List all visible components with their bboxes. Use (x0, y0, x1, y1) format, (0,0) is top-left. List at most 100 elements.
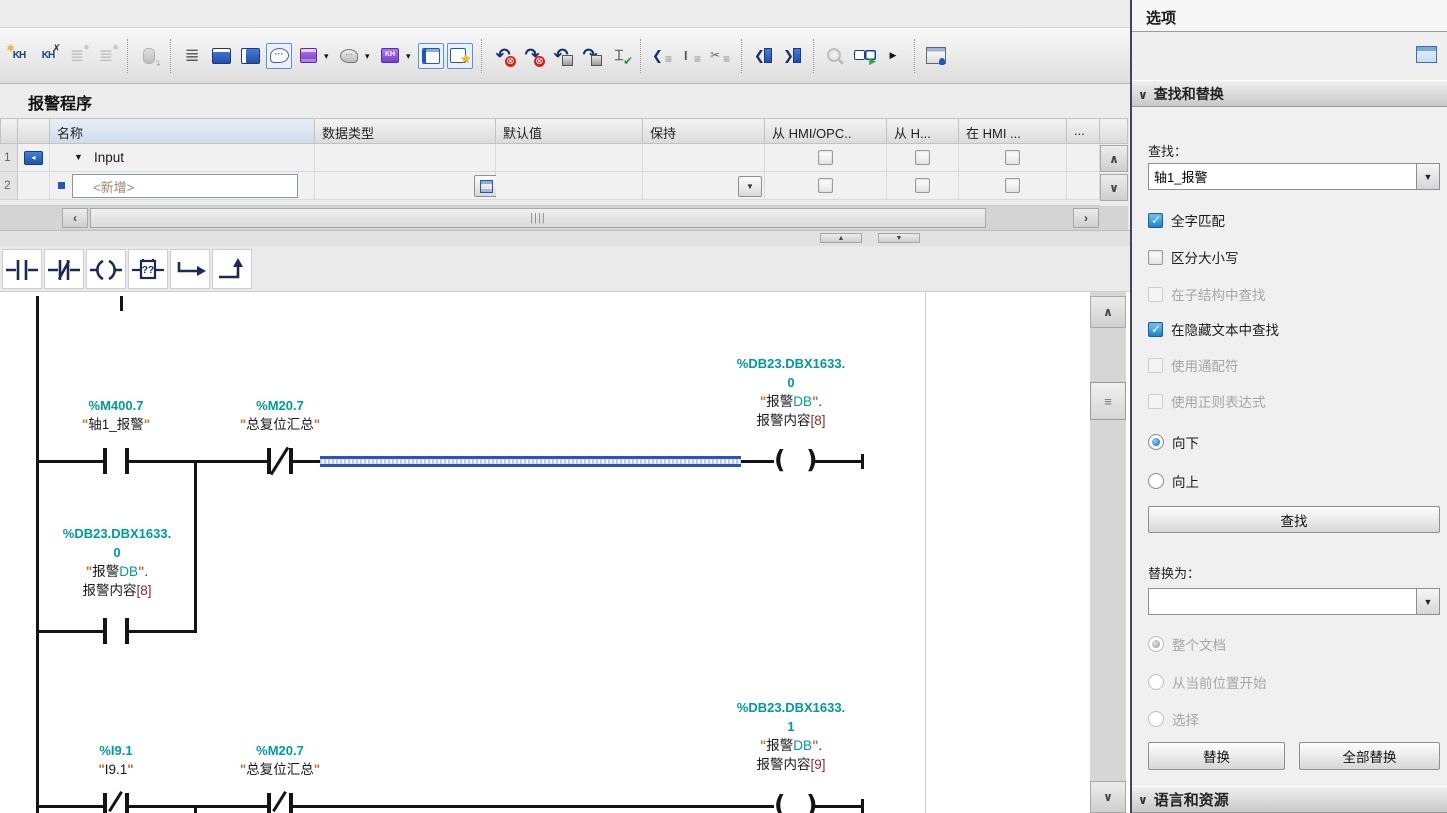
goto-related-icon[interactable] (649, 43, 675, 69)
from-hmi-opc-checkbox[interactable] (818, 178, 833, 193)
table-cell[interactable]: ◂ (18, 144, 50, 172)
insert-empty-box-icon[interactable] (64, 43, 90, 69)
contact-operand-label[interactable]: %I9.1 I9.1 (46, 741, 186, 779)
next-bookmark-icon[interactable] (779, 43, 805, 69)
retain-dropdown-button[interactable]: ▼ (738, 176, 762, 197)
table-scroll-up-button[interactable]: ∧ (1100, 145, 1128, 172)
table-cell[interactable] (765, 144, 887, 172)
no-contact-button[interactable] (2, 249, 42, 289)
replace-combobox[interactable]: ▼ (1148, 588, 1440, 615)
rung-wire[interactable] (293, 460, 320, 463)
rung-wire[interactable] (36, 460, 103, 463)
branch-rung-wire[interactable] (36, 630, 103, 633)
find-combobox[interactable]: ▼ (1148, 163, 1440, 190)
from-hmi-opc-checkbox[interactable] (818, 150, 833, 165)
contact-operand-label[interactable]: %M20.7 总复位汇总 (210, 396, 350, 434)
no-contact-bar[interactable] (103, 618, 107, 644)
symbol-info-toggle-icon[interactable] (377, 43, 403, 69)
operand-info-toggle-icon[interactable] (295, 43, 321, 69)
find-in-hidden-checkbox[interactable] (1148, 322, 1163, 337)
consistency-check-icon[interactable] (606, 43, 632, 69)
column-header-from-h[interactable]: 从 H... (887, 118, 959, 144)
table-cell[interactable] (643, 144, 765, 172)
rung-wire[interactable] (129, 805, 267, 808)
contact-operand-label[interactable]: %M20.7 总复位汇总 (210, 741, 350, 779)
find-replace-section-header[interactable]: 查找和替换 (1132, 80, 1447, 107)
replace-dropdown-arrow-icon[interactable]: ▼ (1416, 589, 1439, 614)
whole-words-option[interactable]: 全字匹配 (1148, 210, 1225, 230)
open-all-networks-icon[interactable] (208, 43, 234, 69)
column-header-data-type[interactable]: 数据类型 (315, 118, 496, 144)
lad-vscrollbar-thumb[interactable]: ≡ (1090, 382, 1126, 420)
sync-calls-icon[interactable] (577, 43, 603, 69)
splitter-collapse-up-button[interactable]: ▲ (820, 233, 862, 243)
direction-up-radio[interactable] (1148, 473, 1164, 489)
float-window-icon[interactable] (1416, 46, 1437, 63)
comment-display-toggle-icon[interactable] (336, 43, 362, 69)
delete-line-icon[interactable] (707, 43, 733, 69)
split-editor-icon[interactable] (923, 43, 949, 69)
insert-network-icon[interactable] (6, 43, 32, 69)
lad-scroll-up-button[interactable]: ∧ (1090, 296, 1126, 328)
rung-wire[interactable] (129, 460, 267, 463)
coil-symbol[interactable]: ( ) (774, 790, 824, 813)
table-cell[interactable] (959, 172, 1067, 200)
table-cell[interactable] (887, 172, 959, 200)
direction-down-option[interactable]: 向下 (1148, 432, 1199, 452)
in-hmi-checkbox[interactable] (1005, 150, 1020, 165)
whole-words-checkbox[interactable] (1148, 213, 1163, 228)
rung-wire[interactable] (36, 805, 103, 808)
coil-operand-label[interactable]: %DB23.DBX1633. 0 报警DB 报警内容[8] (700, 354, 882, 430)
find-input[interactable] (1154, 164, 1416, 189)
network-comments-toggle-icon[interactable] (266, 43, 292, 69)
branch-junction-wire[interactable] (194, 805, 197, 813)
find-replace-icon[interactable] (822, 43, 848, 69)
match-case-checkbox[interactable] (1148, 250, 1163, 265)
table-cell-data-type[interactable] (315, 172, 496, 200)
symbol-info-dropdown-icon[interactable] (406, 43, 415, 69)
selected-wire[interactable] (320, 456, 741, 467)
previous-error-icon[interactable] (490, 43, 516, 69)
no-contact-bar[interactable] (103, 448, 107, 474)
direction-up-option[interactable]: 向上 (1148, 471, 1199, 491)
free-placed-comment-icon[interactable] (136, 43, 162, 69)
splitter-bar[interactable] (0, 230, 1130, 246)
column-header-name[interactable]: 名称 (50, 118, 315, 144)
replace-all-button[interactable]: 全部替换 (1299, 742, 1440, 770)
find-in-hidden-option[interactable]: 在隐藏文本中查找 (1148, 319, 1279, 339)
new-variable-input[interactable] (72, 174, 298, 198)
in-hmi-checkbox[interactable] (1005, 178, 1020, 193)
table-hscroll-left-button[interactable]: ‹ (62, 208, 88, 228)
find-button[interactable]: 查找 (1148, 506, 1440, 533)
branch-contact-operand-label[interactable]: %DB23.DBX1633. 0 报警DB 报警内容[8] (32, 524, 202, 600)
insert-line-icon[interactable] (678, 43, 704, 69)
table-cell[interactable] (1067, 144, 1100, 172)
data-type-picker-button[interactable] (474, 175, 498, 197)
table-cell[interactable] (496, 172, 643, 200)
nc-contact-button[interactable] (44, 249, 84, 289)
more-commands-icon[interactable] (880, 43, 906, 69)
table-cell[interactable] (887, 144, 959, 172)
table-scroll-down-button[interactable]: ∨ (1100, 174, 1128, 201)
splitter-collapse-down-button[interactable]: ▼ (878, 233, 920, 243)
table-cell[interactable] (765, 172, 887, 200)
table-hscroll-right-button[interactable]: › (1073, 208, 1099, 228)
table-cell[interactable] (315, 144, 496, 172)
find-dropdown-arrow-icon[interactable]: ▼ (1416, 164, 1439, 189)
previous-bookmark-icon[interactable] (750, 43, 776, 69)
column-header-retain[interactable]: 保持 (643, 118, 765, 144)
comment-display-dropdown-icon[interactable] (365, 43, 374, 69)
column-header-more[interactable]: ... (1067, 118, 1100, 144)
network-sequence-icon[interactable] (179, 43, 205, 69)
coil-button[interactable] (86, 249, 126, 289)
from-h-checkbox[interactable] (915, 178, 930, 193)
languages-resources-section-header[interactable]: 语言和资源 (1132, 786, 1447, 813)
open-branch-button[interactable] (170, 249, 210, 289)
operand-info-dropdown-icon[interactable] (324, 43, 333, 69)
update-inconsistent-calls-icon[interactable] (548, 43, 574, 69)
lad-vscrollbar-track[interactable] (1090, 292, 1126, 813)
delete-network-icon[interactable] (35, 43, 61, 69)
nc-contact-bar[interactable] (267, 448, 271, 474)
close-all-networks-icon[interactable] (237, 43, 263, 69)
branch-rung-wire[interactable] (129, 630, 197, 633)
